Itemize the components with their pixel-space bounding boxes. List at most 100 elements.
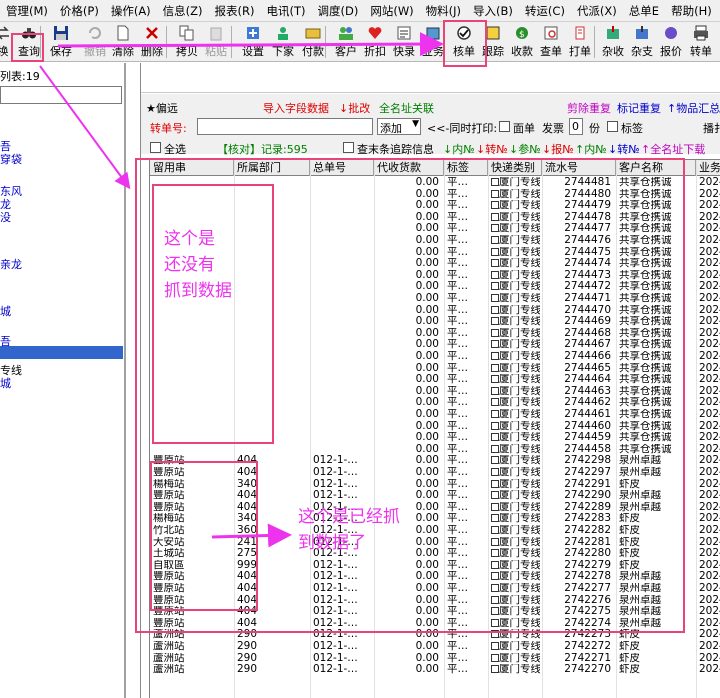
menu-item-7[interactable]: 网站(W)	[364, 0, 419, 22]
menu-item-13[interactable]: 帮助(H)	[665, 0, 718, 22]
row-checkbox[interactable]	[491, 653, 499, 662]
tree-item[interactable]: 穿袋	[0, 151, 22, 167]
mark-duplicates-link[interactable]: 标记重复	[617, 100, 661, 116]
annotation-no-data-line2: 还没有	[164, 255, 215, 275]
table-cell: 2024.0	[699, 617, 720, 629]
toolbar-button-19[interactable]: 打单	[565, 24, 595, 60]
table-cell: 2024.0	[699, 409, 720, 420]
toolbar-button-5[interactable]: 删除	[137, 24, 167, 60]
table-cell: 2024.0	[699, 455, 720, 467]
table-row[interactable]: 蘆洲站 290 012-1-… 0.00 平… 厦门专线 2742272 虾皮 2024.0	[150, 641, 720, 653]
tree-item[interactable]: 亲龙	[0, 256, 22, 272]
table-cell: 2024.0	[699, 629, 720, 641]
table-cell: 2024.0	[699, 559, 720, 571]
table-cell: 2024.0	[699, 490, 720, 502]
item-summary-link[interactable]: ↑物品汇总	[667, 100, 720, 116]
face-sheet-checkbox[interactable]	[499, 121, 510, 132]
toolbar-button-10[interactable]: 付款	[298, 24, 328, 60]
table-cell: 2024.0	[699, 327, 720, 339]
express-type-text: 厦门专线	[499, 652, 540, 664]
menu-item-4[interactable]: 报表(R)	[209, 0, 261, 22]
table-cell: 012-1-…	[313, 652, 358, 664]
import-fields-link[interactable]: 导入字段数据	[263, 100, 329, 116]
blank-strip	[141, 63, 720, 93]
printer-icon	[694, 25, 708, 41]
tree-item[interactable]: 城	[0, 303, 11, 319]
table-cell: 0.00	[415, 641, 439, 652]
toolbar-button-23[interactable]: 转单	[686, 24, 716, 60]
svg-text:$: $	[519, 30, 525, 40]
tree-item[interactable]: 没	[0, 209, 11, 225]
table-cell: 2024.0	[699, 536, 720, 548]
column-header[interactable]: 业务日	[696, 160, 720, 176]
table-cell: 290	[237, 652, 258, 664]
table-cell: 2024.0	[699, 478, 720, 490]
express-type-text: 厦门专线	[499, 641, 540, 652]
transfer-no-link-2[interactable]: ↓转№	[608, 141, 640, 157]
menu-item-0[interactable]: 管理(M)	[0, 0, 54, 22]
menu-item-6[interactable]: 调度(D)	[312, 0, 365, 22]
last-track-checkbox[interactable]	[343, 142, 354, 153]
menu-item-2[interactable]: 操作(A)	[105, 0, 157, 22]
tree-selected-highlight[interactable]	[0, 346, 123, 359]
toolbar: 换查询 保存 撤销 清除 删除 拷贝 粘贴 设置 下家 付款 客户 折扣 快录 业务 核单 跟踪 $ 收款 查单 打单…	[0, 22, 720, 62]
floppy-icon	[54, 26, 68, 40]
add-select[interactable]: 添加 ▼	[377, 118, 421, 135]
business-icon	[426, 27, 440, 40]
express-type-cell: 厦门专线	[490, 641, 540, 653]
left-search-input[interactable]	[0, 86, 122, 104]
tree-item[interactable]: 吾	[0, 333, 11, 349]
table-row[interactable]: 蘆洲站 290 012-1-… 0.00 平… 厦门专线 2742270 虾皮 2024.0	[150, 664, 720, 676]
menu-item-9[interactable]: 导入(B)	[467, 0, 519, 22]
insert-button[interactable]: 播扌	[703, 120, 720, 136]
transfer-no-down-link[interactable]: ↓转№	[476, 141, 508, 157]
table-cell: 2024.0	[699, 235, 720, 246]
menu-item-10[interactable]: 转运(C)	[519, 0, 571, 22]
menu-item-8[interactable]: 物料(J)	[420, 0, 467, 22]
transfer-no-input[interactable]	[197, 118, 373, 135]
copy-icon	[179, 25, 194, 41]
table-cell: 2024.0	[699, 652, 720, 664]
inner-no-down-link[interactable]: ↓内№	[443, 141, 475, 157]
menu-item-3[interactable]: 信息(Z)	[157, 0, 209, 22]
table-row[interactable]: 蘆洲站 290 012-1-… 0.00 平… 厦门专线 2742271 虾皮 2024.0	[150, 653, 720, 665]
table-cell: 2742271	[564, 652, 611, 664]
ref-no-down-link[interactable]: ↓参№	[509, 141, 541, 157]
batch-change-link[interactable]: ↓批改	[339, 100, 370, 116]
table-cell: 2024.0	[699, 351, 720, 362]
table-cell: 2024.0	[699, 583, 720, 594]
row-checkbox[interactable]	[491, 642, 499, 650]
fullname-link[interactable]: 全名址关联	[379, 100, 434, 116]
annotation-has-data-line2: 到数据了	[298, 533, 366, 553]
paste-icon	[210, 27, 222, 41]
copies-unit: 份	[589, 122, 600, 135]
cut-duplicates-link[interactable]: 剪除重复	[567, 100, 611, 116]
left-panel: 列表:19 吾穿袋 东风龙没亲龙城吾专线城	[0, 63, 126, 698]
discount-heart-icon	[368, 27, 382, 39]
invoice-copies-input[interactable]: 0	[569, 118, 583, 135]
menu-item-11[interactable]: 代派(X)	[571, 0, 623, 22]
menu-item-12[interactable]: 总单E	[623, 0, 665, 22]
table-cell: 2024.0	[699, 281, 720, 293]
fullname-download-link[interactable]: ↑全名址下载	[641, 141, 705, 157]
table-cell: 虾皮	[619, 652, 640, 664]
toolbar-button-2[interactable]: 保存	[46, 24, 76, 60]
highlight-query-button	[11, 33, 44, 62]
menu-item-5[interactable]: 电讯(T)	[261, 0, 312, 22]
table-cell: 2024.0	[699, 397, 720, 409]
highlight-check-order-button	[443, 20, 487, 67]
highlight-empty-rows	[152, 184, 274, 444]
select-all-checkbox[interactable]	[150, 142, 161, 153]
menu-item-1[interactable]: 价格(P)	[54, 0, 105, 22]
toolbar-button-7[interactable]: 粘贴	[201, 24, 231, 60]
label-checkbox[interactable]	[607, 121, 618, 132]
table-cell: 2024.0	[699, 223, 720, 235]
tree-item[interactable]: 城	[0, 375, 11, 391]
label-check-label: 标签	[621, 122, 643, 135]
inner-no-up-link[interactable]: ↑内№	[575, 141, 607, 157]
toolbar-separator	[594, 26, 595, 58]
row-checkbox[interactable]	[491, 665, 499, 674]
tracking-icon	[486, 26, 500, 40]
report-no-down-link[interactable]: ↓报№	[542, 141, 574, 157]
table-cell: 2024.0	[699, 594, 720, 606]
